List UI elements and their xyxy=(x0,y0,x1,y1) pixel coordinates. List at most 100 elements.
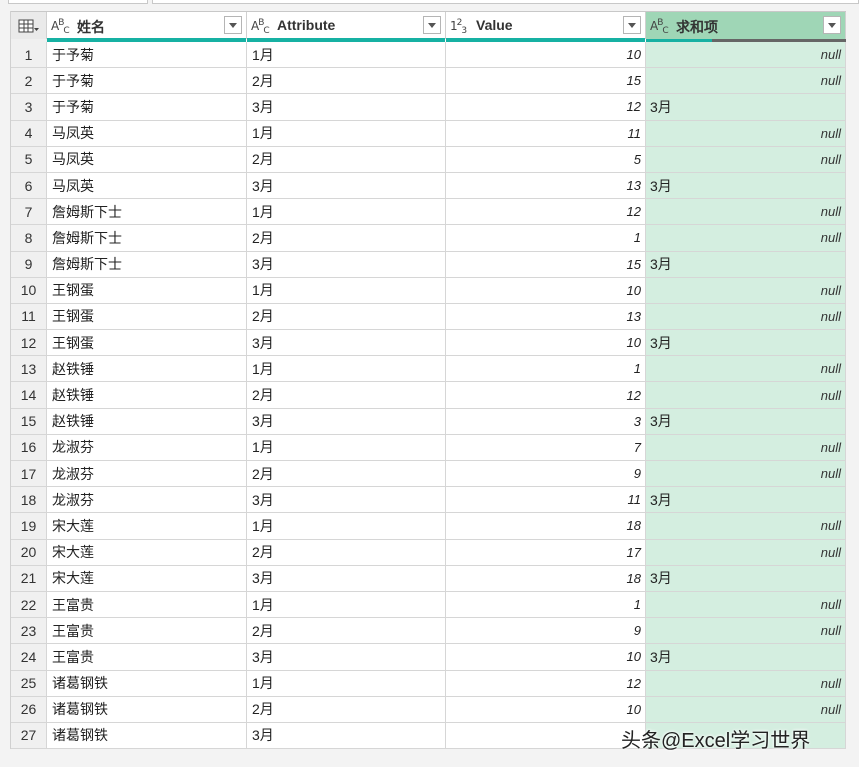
column-header-attribute[interactable]: ABC Attribute xyxy=(247,12,446,39)
row-number[interactable]: 14 xyxy=(11,382,47,408)
cell-sum[interactable]: null xyxy=(646,434,846,460)
row-number[interactable]: 22 xyxy=(11,591,47,618)
cell-value[interactable]: 12 xyxy=(446,199,646,225)
row-number[interactable]: 4 xyxy=(11,120,47,146)
cell-sum[interactable]: null xyxy=(646,591,846,618)
cell-value[interactable] xyxy=(446,722,646,749)
cell-attribute[interactable]: 1月 xyxy=(247,513,446,539)
cell-attribute[interactable]: 1月 xyxy=(247,434,446,460)
cell-attribute[interactable]: 3月 xyxy=(247,408,446,434)
row-number[interactable]: 27 xyxy=(11,722,47,749)
cell-attribute[interactable]: 2月 xyxy=(247,68,446,94)
cell-name[interactable]: 于予菊 xyxy=(47,68,247,94)
cell-value[interactable]: 9 xyxy=(446,618,646,644)
table-row[interactable]: 19 宋大莲 1月 18 null xyxy=(11,513,846,540)
cell-sum[interactable]: null xyxy=(646,42,846,68)
formula-bar[interactable] xyxy=(152,0,859,4)
row-number[interactable]: 23 xyxy=(11,618,47,644)
cell-sum[interactable]: 3月 xyxy=(646,408,846,434)
cell-sum[interactable]: null xyxy=(646,146,846,172)
table-row[interactable]: 17 龙淑芬 2月 9 null xyxy=(11,461,846,488)
row-number[interactable]: 12 xyxy=(11,330,47,356)
cell-name[interactable]: 龙淑芬 xyxy=(47,461,247,487)
row-number[interactable]: 2 xyxy=(11,68,47,94)
cell-sum[interactable]: 3月 xyxy=(646,644,846,670)
cell-name[interactable]: 詹姆斯下士 xyxy=(47,199,247,225)
cell-sum[interactable]: null xyxy=(646,539,846,565)
cell-sum[interactable]: null xyxy=(646,513,846,539)
cell-sum[interactable]: null xyxy=(646,120,846,146)
cell-name[interactable]: 诸葛钢铁 xyxy=(47,670,247,696)
row-number[interactable]: 5 xyxy=(11,146,47,172)
row-number[interactable]: 10 xyxy=(11,277,47,303)
cell-attribute[interactable]: 3月 xyxy=(247,644,446,670)
row-number[interactable]: 24 xyxy=(11,644,47,670)
number-type-icon[interactable]: 123 xyxy=(450,18,467,36)
cell-attribute[interactable]: 1月 xyxy=(247,277,446,303)
cell-value[interactable]: 10 xyxy=(446,42,646,68)
cell-sum[interactable]: null xyxy=(646,68,846,94)
cell-attribute[interactable]: 3月 xyxy=(247,722,446,749)
cell-sum[interactable]: null xyxy=(646,225,846,251)
table-row[interactable]: 23 王富贵 2月 9 null xyxy=(11,618,846,645)
row-number[interactable]: 16 xyxy=(11,434,47,460)
cell-value[interactable]: 12 xyxy=(446,670,646,696)
cell-attribute[interactable]: 1月 xyxy=(247,591,446,618)
cell-sum[interactable]: 3月 xyxy=(646,94,846,120)
row-number[interactable]: 26 xyxy=(11,696,47,722)
table-row[interactable]: 15 赵铁锤 3月 3 3月 xyxy=(11,408,846,435)
cell-attribute[interactable]: 1月 xyxy=(247,42,446,68)
table-row[interactable]: 1 于予菊 1月 10 null xyxy=(11,42,846,69)
row-number[interactable]: 18 xyxy=(11,487,47,513)
table-menu-button[interactable] xyxy=(11,12,47,39)
table-row[interactable]: 3 于予菊 3月 12 3月 xyxy=(11,94,846,121)
table-row[interactable]: 2 于予菊 2月 15 null xyxy=(11,68,846,95)
cell-attribute[interactable]: 3月 xyxy=(247,487,446,513)
row-number[interactable]: 7 xyxy=(11,199,47,225)
cell-value[interactable]: 1 xyxy=(446,356,646,382)
cell-name[interactable]: 龙淑芬 xyxy=(47,487,247,513)
cell-name[interactable]: 赵铁锤 xyxy=(47,382,247,408)
cell-name[interactable]: 诸葛钢铁 xyxy=(47,696,247,722)
row-number[interactable]: 9 xyxy=(11,251,47,277)
cell-name[interactable]: 王钢蛋 xyxy=(47,303,247,330)
row-number[interactable]: 19 xyxy=(11,513,47,539)
cell-value[interactable]: 7 xyxy=(446,434,646,460)
cell-value[interactable]: 1 xyxy=(446,225,646,251)
cell-attribute[interactable]: 2月 xyxy=(247,539,446,565)
cell-sum[interactable]: null xyxy=(646,696,846,722)
cell-value[interactable]: 5 xyxy=(446,146,646,172)
row-number[interactable]: 3 xyxy=(11,94,47,120)
cell-name[interactable]: 诸葛钢铁 xyxy=(47,722,247,749)
cell-value[interactable]: 10 xyxy=(446,644,646,670)
filter-dropdown-button[interactable] xyxy=(224,16,242,34)
row-number[interactable]: 17 xyxy=(11,461,47,487)
cell-sum[interactable]: null xyxy=(646,618,846,644)
row-number[interactable]: 21 xyxy=(11,565,47,591)
table-row[interactable]: 11 王钢蛋 2月 13 null xyxy=(11,303,846,331)
table-row[interactable]: 16 龙淑芬 1月 7 null xyxy=(11,434,846,461)
cell-sum[interactable]: null xyxy=(646,199,846,225)
cell-attribute[interactable]: 2月 xyxy=(247,146,446,172)
cell-name[interactable]: 马凤英 xyxy=(47,146,247,172)
cell-attribute[interactable]: 3月 xyxy=(247,330,446,356)
cell-name[interactable]: 马凤英 xyxy=(47,172,247,199)
cell-name[interactable]: 宋大莲 xyxy=(47,513,247,539)
cell-attribute[interactable]: 1月 xyxy=(247,670,446,696)
cell-name[interactable]: 于予菊 xyxy=(47,94,247,120)
cell-sum[interactable]: null xyxy=(646,382,846,408)
table-row[interactable]: 14 赵铁锤 2月 12 null xyxy=(11,382,846,409)
cell-value[interactable]: 18 xyxy=(446,513,646,539)
cell-value[interactable]: 13 xyxy=(446,172,646,199)
cell-name[interactable]: 王富贵 xyxy=(47,591,247,618)
row-number[interactable]: 13 xyxy=(11,356,47,382)
cell-sum[interactable]: null xyxy=(646,303,846,330)
cell-attribute[interactable]: 3月 xyxy=(247,565,446,591)
cell-sum[interactable]: 3月 xyxy=(646,330,846,356)
cell-sum[interactable]: null xyxy=(646,356,846,382)
cell-attribute[interactable]: 3月 xyxy=(247,251,446,277)
cell-name[interactable]: 于予菊 xyxy=(47,42,247,68)
cell-value[interactable]: 11 xyxy=(446,120,646,146)
column-header-name[interactable]: ABC 姓名 xyxy=(47,12,247,39)
cell-value[interactable]: 12 xyxy=(446,382,646,408)
